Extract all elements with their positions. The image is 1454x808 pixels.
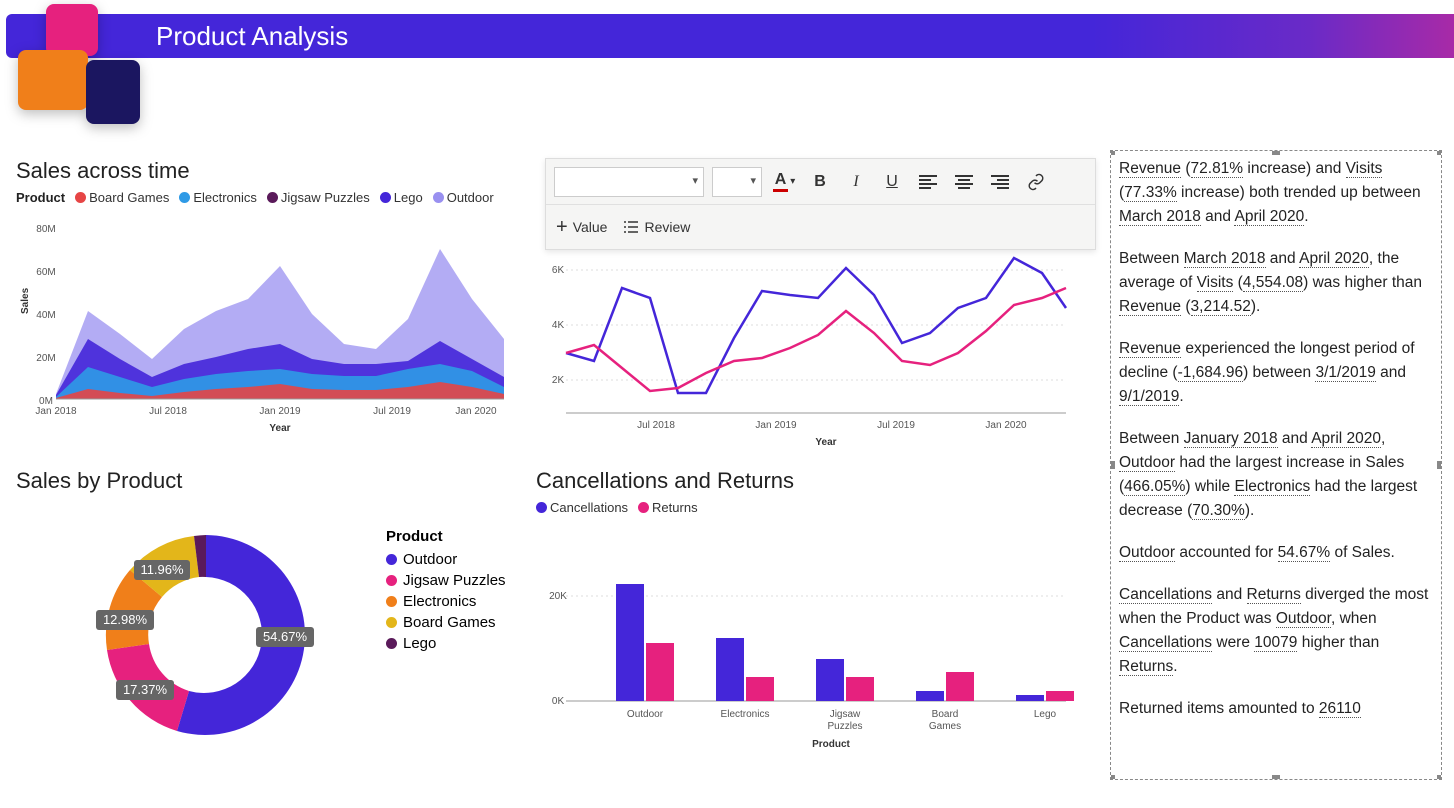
add-value-button[interactable]: +Value — [556, 216, 607, 239]
svg-text:40M: 40M — [36, 310, 55, 321]
svg-text:BoardGames: BoardGames — [929, 709, 961, 732]
chart-title: Sales across time — [16, 158, 526, 184]
svg-text:JigsawPuzzles: JigsawPuzzles — [827, 709, 862, 732]
align-right-button[interactable] — [986, 167, 1014, 197]
chart-cancellations-returns[interactable]: Cancellations and Returns Cancellations … — [536, 468, 1096, 778]
svg-text:6K: 6K — [552, 265, 565, 276]
svg-text:17.37%: 17.37% — [123, 682, 168, 697]
svg-text:12.98%: 12.98% — [103, 612, 148, 627]
smart-narrative-textbox[interactable]: ⋯ Revenue (72.81% increase) and Visits (… — [1110, 150, 1442, 780]
font-family-select[interactable] — [554, 167, 704, 197]
font-color-button[interactable]: A▾ — [770, 167, 798, 197]
resize-handle[interactable] — [1437, 150, 1442, 155]
header-bar: Product Analysis — [6, 14, 1454, 58]
review-button[interactable]: Review — [623, 219, 690, 235]
svg-text:20K: 20K — [549, 591, 567, 602]
chart-legend: Product Board Games Electronics Jigsaw P… — [16, 190, 526, 205]
svg-text:Lego: Lego — [1034, 709, 1057, 720]
chart-sales-across-time[interactable]: Sales across time Product Board Games El… — [16, 158, 526, 458]
plus-icon: + — [556, 216, 568, 239]
svg-text:54.67%: 54.67% — [263, 629, 308, 644]
bar-chart-svg: 0K 20K Outdoor Electronics JigsawPuzzles… — [536, 519, 1086, 759]
svg-text:80M: 80M — [36, 224, 55, 235]
resize-handle[interactable] — [1110, 150, 1115, 155]
chart-sales-by-product[interactable]: Sales by Product 54.67% 17.37% 12.98% 11… — [16, 468, 526, 778]
page-title: Product Analysis — [156, 21, 348, 52]
resize-handle[interactable] — [1272, 150, 1280, 155]
link-button[interactable] — [1022, 167, 1050, 197]
svg-text:Product: Product — [812, 739, 850, 750]
svg-text:60M: 60M — [36, 267, 55, 278]
svg-text:Jul 2018: Jul 2018 — [637, 420, 675, 431]
svg-text:Jan 2020: Jan 2020 — [985, 420, 1027, 431]
donut-legend: Product Outdoor Jigsaw Puzzles Electroni… — [386, 528, 506, 656]
align-left-button[interactable] — [914, 167, 942, 197]
svg-text:Jan 2018: Jan 2018 — [35, 406, 77, 417]
svg-text:Year: Year — [269, 423, 290, 434]
svg-text:Jul 2018: Jul 2018 — [149, 406, 187, 417]
svg-text:2K: 2K — [552, 375, 565, 386]
svg-text:Jul 2019: Jul 2019 — [877, 420, 915, 431]
italic-button[interactable]: I — [842, 167, 870, 197]
chart-title: Cancellations and Returns — [536, 468, 1096, 494]
svg-text:Year: Year — [815, 437, 836, 448]
resize-handle[interactable] — [1437, 775, 1442, 780]
resize-handle[interactable] — [1110, 461, 1115, 469]
svg-text:Jul 2019: Jul 2019 — [373, 406, 411, 417]
svg-text:4K: 4K — [552, 320, 565, 331]
text-format-toolbar: A▾ B I U +Value Review — [545, 158, 1096, 250]
area-chart-svg: 0M 20M 40M 60M 80M Sales Jan 2018 Jul 20… — [16, 209, 516, 439]
resize-handle[interactable] — [1110, 775, 1115, 780]
svg-text:20M: 20M — [36, 353, 55, 364]
donut-chart-svg: 54.67% 17.37% 12.98% 11.96% — [16, 500, 376, 760]
list-icon — [623, 220, 639, 234]
svg-text:11.96%: 11.96% — [140, 562, 184, 577]
resize-handle[interactable] — [1272, 775, 1280, 780]
svg-text:Outdoor: Outdoor — [627, 709, 664, 720]
svg-text:Sales: Sales — [20, 287, 31, 314]
underline-button[interactable]: U — [878, 167, 906, 197]
svg-text:0K: 0K — [552, 696, 565, 707]
svg-text:Jan 2019: Jan 2019 — [755, 420, 797, 431]
font-size-select[interactable] — [712, 167, 762, 197]
resize-handle[interactable] — [1437, 461, 1442, 469]
bold-button[interactable]: B — [806, 167, 834, 197]
svg-text:Jan 2020: Jan 2020 — [455, 406, 497, 417]
chart-legend: Cancellations Returns — [536, 500, 1096, 515]
align-center-button[interactable] — [950, 167, 978, 197]
chart-title: Sales by Product — [16, 468, 526, 494]
logo-icon — [14, 0, 140, 128]
svg-text:Jan 2019: Jan 2019 — [259, 406, 301, 417]
svg-text:Electronics: Electronics — [721, 709, 770, 720]
